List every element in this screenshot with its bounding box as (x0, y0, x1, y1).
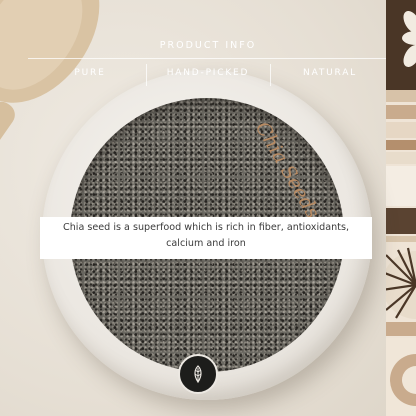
section-title: PRODUCT INFO (159, 40, 257, 51)
tag-hand-picked: HAND-PICKED (166, 68, 250, 78)
description-line-2: calcium and iron (166, 238, 246, 249)
top-divider (28, 58, 386, 59)
description-caption: Chia seed is a superfood which is rich i… (40, 217, 372, 259)
pattern-strip (386, 0, 416, 416)
tag-pure: PURE (74, 68, 106, 78)
product-card: Chia Seeds PRODUCT INFO PURE HAND-PICKED… (0, 0, 416, 416)
tag-natural: NATURAL (303, 68, 357, 78)
tag-divider (146, 64, 147, 86)
tag-divider (270, 64, 271, 86)
description-line-1: Chia seed is a superfood which is rich i… (63, 222, 349, 233)
leaf-badge-icon (178, 354, 218, 394)
